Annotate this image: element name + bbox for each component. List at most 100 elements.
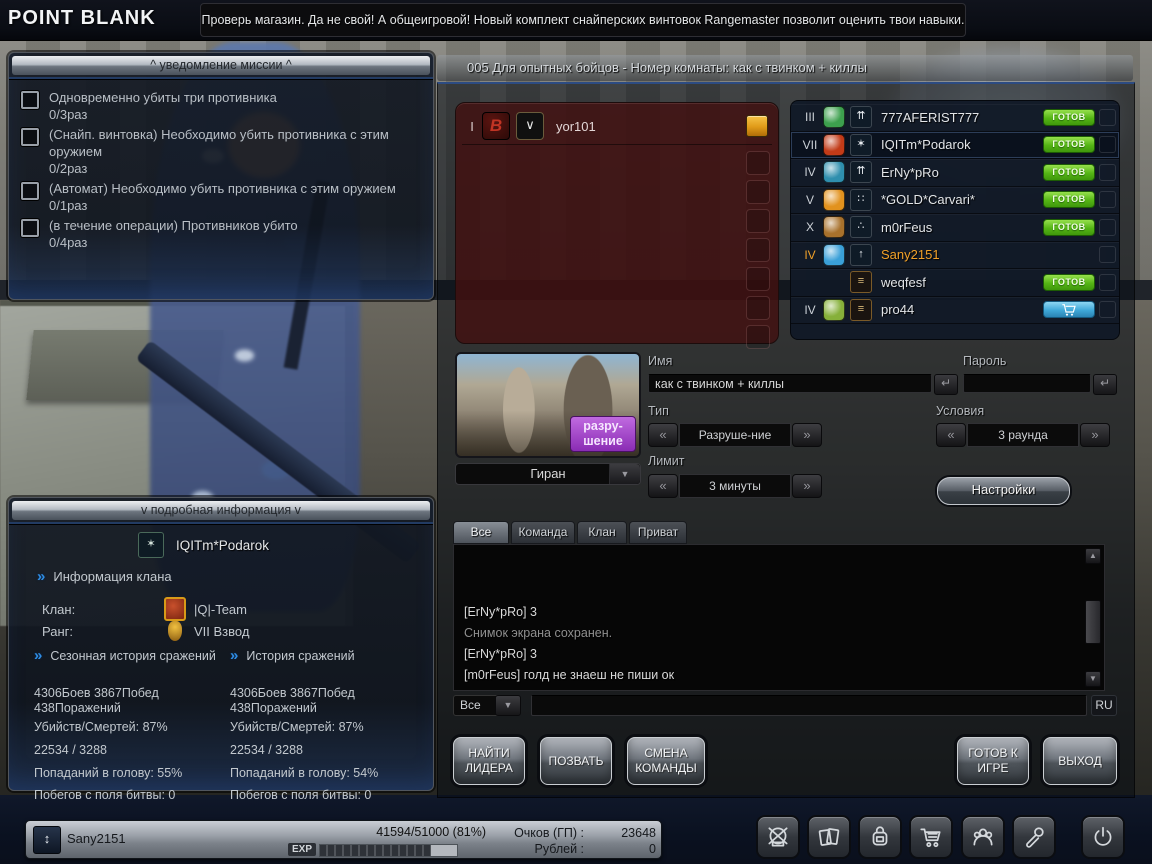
rank-numeral: V (797, 193, 823, 207)
exit-button[interactable]: ВЫХОД (1043, 737, 1117, 785)
mini-slot[interactable] (1099, 109, 1116, 126)
cart-icon (1061, 303, 1077, 317)
room-name-input[interactable] (648, 374, 932, 393)
options-button[interactable] (1012, 815, 1056, 859)
player-row[interactable]: X ∴ m0rFeus ГОТОВ (791, 214, 1119, 242)
cards-button[interactable] (807, 815, 851, 859)
arrow-right-icon[interactable]: » (792, 474, 822, 498)
rank-insignia-icon: ✶ (850, 134, 872, 156)
arrow-right-icon[interactable]: » (1080, 423, 1110, 447)
cart-icon (918, 824, 944, 850)
limit-spinner: « 3 минуты » (648, 474, 822, 498)
chat-input[interactable] (531, 695, 1087, 716)
rank-numeral: IV (797, 165, 823, 179)
player-row-leader[interactable]: I B ∨ yor101 (462, 108, 772, 145)
clan-info-link-label: Информация клана (53, 569, 171, 584)
apply-name-button[interactable]: ↵ (934, 374, 958, 395)
settings-button[interactable]: Настройки (937, 477, 1070, 505)
shop-button[interactable] (909, 815, 953, 859)
chevron-down-icon[interactable]: ▼ (609, 464, 640, 484)
ready-status-badge: ГОТОВ (1043, 219, 1095, 236)
mini-slot[interactable] (1099, 136, 1116, 153)
empty-slot[interactable] (746, 151, 770, 175)
stat-line: 22534 / 3288 (34, 743, 224, 758)
ready-status-badge: ГОТОВ (1043, 109, 1095, 126)
empty-slot[interactable] (746, 238, 770, 262)
mini-slot[interactable] (1099, 164, 1116, 181)
clan-name: |Q|-Team (194, 602, 247, 617)
room-title-bar: 005 Для опытных бойцов - Номер комнаты: … (437, 55, 1133, 81)
player-row-selected[interactable]: VII ✶ IQITm*Podarok ГОТОВ (791, 132, 1119, 160)
chat-tab-all[interactable]: Все (453, 521, 509, 544)
player-name: weqfesf (881, 275, 1043, 290)
stat-line: Попаданий в голову: 55% (34, 766, 224, 781)
mission-text: (Снайп. винтовка) Необходимо убить проти… (49, 127, 389, 159)
ready-button[interactable]: ГОТОВ К ИГРЕ (957, 737, 1029, 785)
arrow-left-icon[interactable]: « (936, 423, 966, 447)
clan-badge-icon (823, 161, 845, 183)
ready-status-badge: ГОТОВ (1043, 164, 1095, 181)
arrow-right-icon[interactable]: » (792, 423, 822, 447)
mission-progress: 0/2раз (49, 161, 87, 176)
password-input[interactable] (963, 374, 1091, 393)
empty-slot[interactable] (746, 180, 770, 204)
player-row[interactable]: V ∷ *GOLD*Carvari* ГОТОВ (791, 187, 1119, 215)
player-row[interactable]: III ⇈ 777AFERIST777 ГОТОВ (791, 104, 1119, 132)
empty-slot[interactable] (746, 209, 770, 233)
scroll-down-icon[interactable]: ▼ (1085, 671, 1101, 687)
status-player-name: Sany2151 (67, 831, 126, 846)
clan-emblem-button[interactable] (756, 815, 800, 859)
player-row[interactable]: IV ≡ pro44 (791, 297, 1119, 325)
blue-arrow-icon: » (34, 648, 42, 682)
chat-tab-team[interactable]: Команда (511, 521, 575, 544)
scroll-up-icon[interactable]: ▲ (1085, 548, 1101, 564)
rub-label: Рублей : (464, 841, 584, 857)
scrollbar-thumb[interactable] (1085, 600, 1101, 644)
community-button[interactable] (961, 815, 1005, 859)
chat-tab-private[interactable]: Приват (629, 521, 687, 544)
find-leader-button[interactable]: НАЙТИ ЛИДЕРА (453, 737, 525, 785)
mission-checkbox[interactable] (21, 91, 39, 109)
mini-slot[interactable] (1099, 219, 1116, 236)
arrow-left-icon[interactable]: « (648, 423, 678, 447)
quit-button[interactable] (1081, 815, 1125, 859)
mini-slot[interactable] (1099, 301, 1116, 318)
chat-message: [ErNy*pRo] 3 (464, 602, 1070, 623)
player-row[interactable]: IV ⇈ ErNy*pRo ГОТОВ (791, 159, 1119, 187)
stat-line: Побегов с поля битвы: 0 (34, 788, 224, 803)
inventory-button[interactable] (858, 815, 902, 859)
clan-label: Клан: (42, 602, 164, 617)
empty-slot[interactable] (746, 325, 770, 349)
rank-numeral: X (797, 220, 823, 234)
chat-tab-clan[interactable]: Клан (577, 521, 627, 544)
selected-player-name: IQITm*Podarok (176, 538, 269, 553)
detailed-info-panel: v подробная информация v ✶ IQITm*Podarok… (8, 497, 434, 791)
apply-password-button[interactable]: ↵ (1093, 374, 1117, 395)
mini-slot[interactable] (1099, 191, 1116, 208)
stat-line: Убийств/Смертей: 87% (34, 720, 224, 735)
mission-checkbox[interactable] (21, 182, 39, 200)
mission-checkbox[interactable] (21, 128, 39, 146)
map-select[interactable]: Гиран ▼ (455, 463, 641, 485)
chevron-down-icon[interactable]: ▼ (495, 695, 521, 716)
gp-label: Очков (ГП) : (464, 825, 584, 841)
empty-slot[interactable] (746, 296, 770, 320)
player-row[interactable]: ≡ weqfesf ГОТОВ (791, 269, 1119, 297)
mini-slot[interactable] (1099, 274, 1116, 291)
change-team-button[interactable]: СМЕНА КОМАНДЫ (627, 737, 705, 785)
people-icon (970, 824, 996, 850)
exp-progress-fill (320, 845, 431, 856)
clan-info-link[interactable]: » Информация клана (37, 568, 172, 585)
mission-checkbox[interactable] (21, 219, 39, 237)
clan-badge-icon (823, 189, 845, 211)
arrow-left-icon[interactable]: « (648, 474, 678, 498)
clan-emblem-icon (164, 597, 186, 621)
player-status-bar: ↕ Sany2151 41594/51000 (81%) EXP Очков (… (25, 820, 662, 859)
invite-button[interactable]: ПОЗВАТЬ (540, 737, 612, 785)
stat-line: 4306Боев 3867Побед 438Поражений (34, 686, 204, 716)
stat-line: 22534 / 3288 (230, 743, 420, 758)
map-preview: разру-шение (455, 352, 641, 458)
empty-slot[interactable] (746, 267, 770, 291)
player-row-self[interactable]: IV ↑ Sany2151 (791, 242, 1119, 270)
mini-slot[interactable] (1099, 246, 1116, 263)
